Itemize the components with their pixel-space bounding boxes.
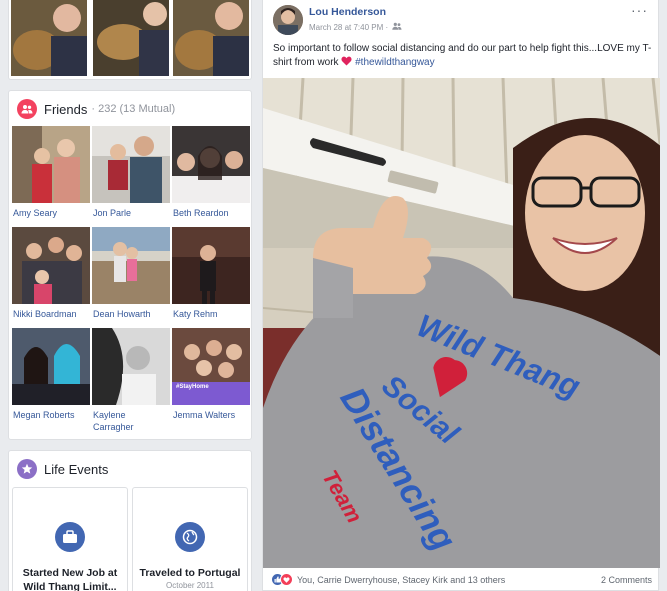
life-event-item[interactable]: Started New Job at Wild Thang Limit... — [12, 487, 128, 591]
friend-photo[interactable] — [172, 126, 250, 203]
post-timestamp[interactable]: March 28 at 7:40 PM · — [309, 23, 388, 32]
post-meta: March 28 at 7:40 PM · — [309, 22, 402, 32]
friend-name[interactable]: Megan Roberts — [12, 409, 90, 421]
life-event-label[interactable]: Traveled to Portugal — [133, 566, 247, 580]
globe-icon — [175, 522, 205, 552]
friend-tile[interactable]: Katy Rehm — [172, 227, 250, 320]
friends-count: · 232 (13 Mutual) — [91, 103, 176, 115]
friend-tile[interactable]: Nikki Boardman — [12, 227, 90, 320]
post-photo[interactable]: Wild Thang Social Distancing Team — [263, 78, 660, 568]
friend-tile[interactable]: #StayHome Jemma Walters — [172, 328, 250, 421]
left-column: Friends · 232 (13 Mutual) Amy Seary Jon … — [0, 0, 256, 591]
friend-photo[interactable] — [92, 227, 170, 304]
friend-photo[interactable] — [12, 126, 90, 203]
friend-name[interactable]: Beth Reardon — [172, 207, 250, 219]
friend-name[interactable]: Amy Seary — [12, 207, 90, 219]
life-events-header[interactable]: Life Events — [17, 459, 108, 479]
friends-audience-icon[interactable] — [392, 22, 402, 32]
love-reaction-icon[interactable] — [280, 573, 293, 586]
friend-name[interactable]: Dean Howarth — [92, 308, 170, 320]
friend-name[interactable]: Katy Rehm — [172, 308, 250, 320]
friend-photo[interactable] — [172, 227, 250, 304]
post-card: Lou Henderson March 28 at 7:40 PM · ··· … — [262, 0, 660, 591]
friend-name[interactable]: Kaylene Carragher — [92, 409, 170, 433]
comments-count-link[interactable]: 2 Comments — [601, 575, 652, 585]
post-text: So important to follow social distancing… — [273, 42, 653, 70]
briefcase-icon — [55, 522, 85, 552]
author-avatar[interactable] — [273, 5, 303, 35]
red-heart-emoji-icon — [341, 56, 355, 68]
friend-name[interactable]: Jemma Walters — [172, 409, 250, 421]
life-events-card: Life Events Started New Job at Wild Than… — [8, 450, 252, 591]
life-events-title: Life Events — [44, 461, 109, 477]
friend-photo[interactable] — [92, 126, 170, 203]
friends-card: Friends · 232 (13 Mutual) Amy Seary Jon … — [8, 90, 252, 440]
friend-tile[interactable]: Jon Parle — [92, 126, 170, 219]
friend-photo[interactable] — [12, 227, 90, 304]
photo-thumbnail[interactable] — [93, 0, 169, 76]
friend-tile[interactable]: Kaylene Carragher — [92, 328, 170, 433]
photo-thumbnail[interactable] — [173, 0, 249, 76]
friend-tile[interactable]: Beth Reardon — [172, 126, 250, 219]
friend-photo[interactable] — [92, 328, 170, 405]
friends-icon — [17, 99, 37, 119]
reactions-bar: You, Carrie Dwerryhouse, Stacey Kirk and… — [263, 568, 660, 591]
friend-photo[interactable] — [12, 328, 90, 405]
friend-name[interactable]: Nikki Boardman — [12, 308, 90, 320]
life-event-date: October 2011 — [166, 581, 214, 590]
friend-tile[interactable]: Amy Seary — [12, 126, 90, 219]
friend-photo[interactable]: #StayHome — [172, 328, 250, 405]
reaction-names[interactable]: You, Carrie Dwerryhouse, Stacey Kirk and… — [297, 575, 505, 585]
life-event-label[interactable]: Started New Job at Wild Thang Limit... — [13, 566, 127, 591]
friend-tile[interactable]: Megan Roberts — [12, 328, 90, 421]
post-options-button[interactable]: ··· — [631, 2, 648, 18]
friends-header[interactable]: Friends · 232 (13 Mutual) — [17, 99, 175, 119]
friends-title: Friends — [44, 101, 88, 117]
post-body: So important to follow social distancing… — [273, 43, 652, 68]
post-author[interactable]: Lou Henderson — [309, 6, 386, 18]
photo-thumbnail[interactable] — [11, 0, 87, 76]
stay-home-frame-label: #StayHome — [176, 384, 209, 390]
friend-tile[interactable]: Dean Howarth — [92, 227, 170, 320]
star-icon — [17, 459, 37, 479]
life-event-item[interactable]: Traveled to Portugal October 2011 — [132, 487, 248, 591]
photos-strip — [8, 0, 252, 80]
friend-name[interactable]: Jon Parle — [92, 207, 170, 219]
post-hashtag[interactable]: #thewildthangway — [355, 57, 435, 68]
